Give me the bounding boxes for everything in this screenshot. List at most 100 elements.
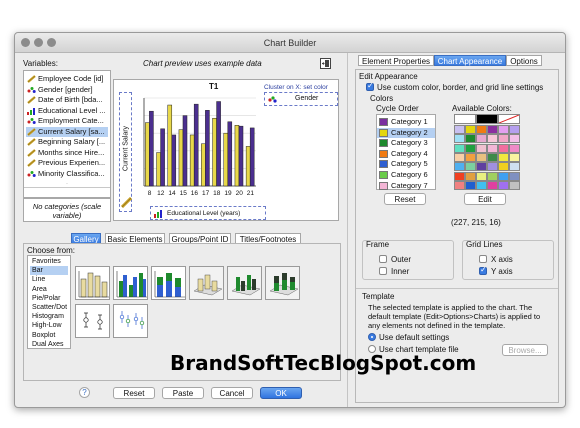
chart-type-item[interactable]: Favorites [30,257,68,266]
palette-swatch[interactable] [454,162,465,172]
cancel-button[interactable]: Cancel [211,387,253,399]
gallery-clustered-error-bar[interactable] [113,304,148,338]
variable-item[interactable]: Current Salary [sa... [26,126,108,137]
variable-item[interactable]: Months since Hire... [26,148,108,158]
colors-edit-button[interactable]: Edit [464,193,506,205]
paste-button[interactable]: Paste [162,387,204,399]
category-item[interactable]: Category 3 [377,138,435,148]
palette-swatch[interactable] [487,162,498,172]
category-item[interactable]: Category 4 [377,149,435,159]
palette-swatch[interactable] [487,180,498,190]
palette-swatch[interactable] [487,171,498,181]
frame-inner-checkbox[interactable] [379,267,387,275]
chart-preview-canvas[interactable]: T1 Cluster on X: set color Gender Curren… [113,79,339,221]
palette-swatch[interactable] [498,180,509,190]
chart-type-item[interactable]: Pie/Polar [30,294,68,303]
palette-swatch[interactable] [487,134,498,144]
chart-type-list[interactable]: Favorites Bar Line Area Pie/Polar Scatter/Dot… [27,255,71,349]
legend-drop-zone[interactable]: Gender [264,92,338,106]
palette-swatch[interactable] [465,134,476,144]
x-axis-drop-zone[interactable]: Educational Level (years) [150,206,266,220]
palette-swatch[interactable] [487,143,498,153]
palette-swatch[interactable] [476,114,498,124]
palette-swatch[interactable] [476,171,487,181]
available-colors-grid[interactable] [454,114,520,190]
no-color-swatch[interactable] [498,114,520,124]
palette-swatch[interactable] [454,134,465,144]
palette-swatch[interactable] [476,162,487,172]
use-default-radio[interactable] [368,333,376,341]
palette-swatch[interactable] [465,162,476,172]
palette-swatch[interactable] [509,152,520,162]
category-item[interactable]: Category 5 [377,159,435,169]
chart-type-item[interactable]: Line [30,275,68,284]
palette-swatch[interactable] [454,114,476,124]
gallery-clustered-bar[interactable] [113,266,148,300]
variable-item[interactable]: Educational Level ... [26,106,108,116]
palette-swatch[interactable] [498,152,509,162]
variable-item[interactable]: Employment Cate... [26,116,108,126]
palette-swatch[interactable] [509,125,520,134]
category-item[interactable]: Category 2 [377,127,435,138]
expand-preview-icon[interactable] [320,58,331,69]
palette-swatch[interactable] [465,152,476,162]
palette-swatch[interactable] [476,134,487,144]
tab-chart-appearance[interactable]: Chart Appearance [434,55,506,66]
variable-item[interactable]: Employee Code [id] [26,74,108,84]
y-axis-drop-zone[interactable]: Current Salary [119,92,133,212]
palette-swatch[interactable] [498,162,509,172]
chart-type-item[interactable]: Dual Axes [30,340,68,349]
gallery-3d-stacked-bar[interactable] [265,266,300,300]
palette-swatch[interactable] [454,152,465,162]
palette-swatch[interactable] [509,180,520,190]
chart-type-item[interactable]: Scatter/Dot [30,303,68,312]
palette-swatch[interactable] [509,143,520,153]
palette-swatch[interactable] [454,143,465,153]
palette-swatch[interactable] [487,125,498,134]
palette-swatch[interactable] [454,125,465,134]
grid-y-axis-checkbox[interactable] [479,265,487,275]
palette-swatch[interactable] [509,162,520,172]
cycle-order-list[interactable]: Category 1 Category 2 Category 3 Category 4… [376,114,436,190]
tab-options[interactable]: Options [506,55,542,66]
variable-item[interactable]: Beginning Salary [... [26,137,108,147]
browse-button[interactable]: Browse... [502,344,548,356]
ok-button[interactable]: OK [260,387,302,399]
variable-item[interactable]: Gender [gender] [26,85,108,95]
list-splitter-handle[interactable]: · [24,181,110,187]
palette-swatch[interactable] [498,143,509,153]
palette-swatch[interactable] [498,125,509,134]
palette-swatch[interactable] [454,180,465,190]
use-custom-checkbox[interactable] [366,81,374,91]
variable-item[interactable]: Previous Experien... [26,158,108,168]
palette-swatch[interactable] [476,143,487,153]
help-button[interactable]: ? [79,387,90,398]
palette-swatch[interactable] [465,143,476,153]
palette-swatch[interactable] [465,171,476,181]
palette-swatch[interactable] [509,134,520,144]
palette-swatch[interactable] [498,134,509,144]
gallery-stacked-bar[interactable] [151,266,186,300]
gallery-3d-bar[interactable] [189,266,224,300]
colors-reset-button[interactable]: Reset [384,193,426,205]
variables-list[interactable]: Employee Code [id] Gender [gender] Date of… [23,70,111,198]
chart-type-item[interactable]: Histogram [30,312,68,321]
palette-swatch[interactable] [498,171,509,181]
variable-item[interactable]: Date of Birth [bda... [26,95,108,105]
palette-swatch[interactable] [476,125,487,134]
reset-button[interactable]: Reset [113,387,155,399]
category-item[interactable]: Category 6 [377,170,435,180]
palette-swatch[interactable] [465,125,476,134]
chart-type-item[interactable]: High-Low [30,321,68,330]
chart-type-item[interactable]: Area [30,285,68,294]
gallery-error-bar[interactable] [75,304,110,338]
palette-swatch[interactable] [476,180,487,190]
palette-swatch[interactable] [476,152,487,162]
frame-outer-checkbox[interactable] [379,255,387,263]
palette-swatch[interactable] [465,180,476,190]
gallery-simple-bar[interactable] [75,266,110,300]
tab-element-properties[interactable]: Element Properties [358,55,434,66]
chart-type-item[interactable]: Bar [30,266,68,276]
category-item[interactable]: Category 7 [377,181,435,191]
grid-x-axis-checkbox[interactable] [479,255,487,263]
